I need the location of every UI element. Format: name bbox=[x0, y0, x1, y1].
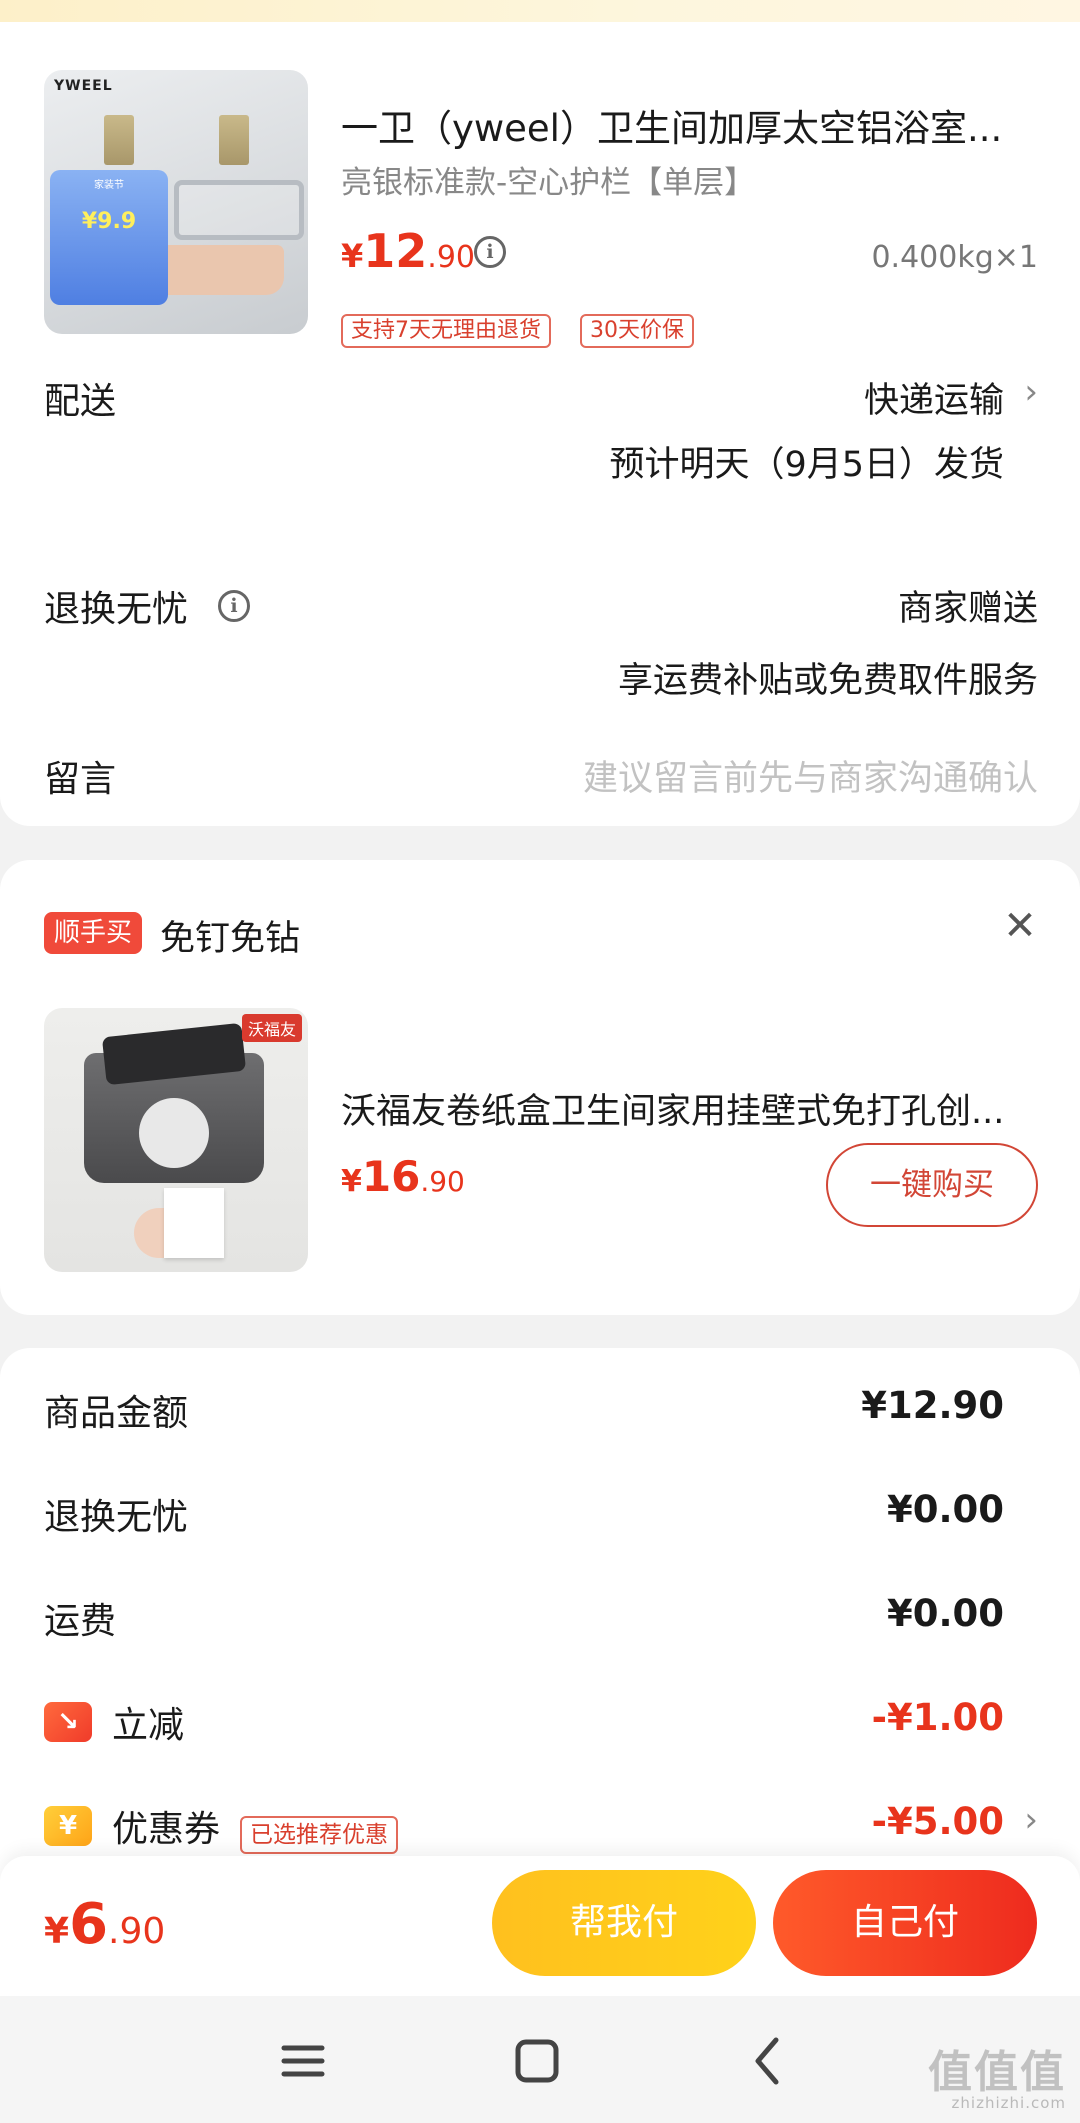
delivery-label: 配送 bbox=[44, 381, 117, 422]
home-icon[interactable] bbox=[502, 2026, 572, 2096]
system-nav-bar: 值值值 zhizhizhi.com bbox=[0, 1996, 1080, 2123]
addon-product-name[interactable]: 沃福友卷纸盒卫生间家用挂壁式免打孔创... bbox=[341, 1083, 1041, 1134]
addon-price: ¥16.90 bbox=[341, 1152, 465, 1201]
price-decimal: .90 bbox=[427, 240, 475, 275]
order-card: YWEEL 家装节 ¥9.9 一卫（yweel）卫生间加厚太空铝浴室... 亮银… bbox=[0, 22, 1080, 826]
back-icon[interactable] bbox=[734, 2026, 804, 2096]
checkout-bar: ¥6.90 帮我付 自己付 bbox=[0, 1856, 1080, 1996]
shelf-plate bbox=[104, 115, 134, 165]
pay-myself-button[interactable]: 自己付 bbox=[773, 1870, 1037, 1976]
coupon-label: 优惠券 bbox=[112, 1809, 221, 1850]
price-currency: ¥ bbox=[341, 1164, 362, 1199]
coupon-recommended-tag: 已选推荐优惠 bbox=[240, 1816, 398, 1854]
price-decimal: .90 bbox=[420, 1165, 465, 1198]
menu-icon[interactable] bbox=[268, 2026, 338, 2096]
paper-roll bbox=[139, 1098, 209, 1168]
one-click-buy-button[interactable]: 一键购买 bbox=[826, 1143, 1038, 1227]
chevron-right-icon[interactable]: › bbox=[1024, 1800, 1038, 1840]
shelf-rail bbox=[174, 180, 304, 240]
product-image-brand: YWEEL bbox=[54, 78, 113, 94]
goods-amount-label: 商品金额 bbox=[44, 1393, 189, 1434]
addon-product-image[interactable]: 沃福友 bbox=[44, 1008, 308, 1272]
discount-value: -¥1.00 bbox=[871, 1696, 1004, 1739]
shelf-plate bbox=[219, 115, 249, 165]
product-weight: 0.400kg×1 bbox=[871, 240, 1038, 275]
price-integer: 16 bbox=[361, 1152, 421, 1201]
shipping-value: ¥0.00 bbox=[886, 1592, 1004, 1635]
return-worry-free-label: 退换无忧 bbox=[44, 589, 189, 630]
price-currency: ¥ bbox=[44, 1911, 70, 1952]
shipping-label: 运费 bbox=[44, 1601, 117, 1642]
trend-down-icon: ↘ bbox=[44, 1702, 92, 1742]
goods-amount-value: ¥12.90 bbox=[861, 1384, 1004, 1427]
close-icon[interactable]: ✕ bbox=[1000, 906, 1040, 946]
return-policy-tag: 支持7天无理由退货 bbox=[341, 314, 551, 348]
message-input[interactable]: 建议留言前先与商家沟通确认 bbox=[583, 750, 1038, 801]
price-integer: 6 bbox=[69, 1892, 109, 1957]
delivery-method[interactable]: 快递运输 bbox=[864, 372, 1004, 423]
promo-tag-price: ¥9.9 bbox=[81, 209, 137, 234]
return-fee-label: 退换无忧 bbox=[44, 1497, 189, 1538]
info-icon[interactable]: i bbox=[474, 236, 506, 268]
addon-brand-tag: 沃福友 bbox=[241, 1014, 302, 1042]
product-title[interactable]: 一卫（yweel）卫生间加厚太空铝浴室... bbox=[341, 98, 1021, 152]
watermark: 值值值 bbox=[928, 2047, 1066, 2098]
total-price: ¥6.90 bbox=[44, 1892, 165, 1957]
return-fee-value: ¥0.00 bbox=[886, 1488, 1004, 1531]
info-icon[interactable]: i bbox=[218, 590, 250, 622]
coupon-value[interactable]: -¥5.00 bbox=[872, 1800, 1004, 1843]
watermark-url: zhizhizhi.com bbox=[951, 2094, 1066, 2112]
price-decimal: .90 bbox=[108, 1911, 166, 1952]
price-protection-tag: 30天价保 bbox=[580, 314, 694, 348]
yen-icon: ¥ bbox=[44, 1806, 92, 1846]
discount-label: 立减 bbox=[112, 1705, 185, 1746]
addon-title: 免钉免钻 bbox=[160, 919, 301, 959]
price-integer: 12 bbox=[363, 224, 428, 278]
promo-tag: 家装节 ¥9.9 bbox=[50, 170, 168, 305]
promo-tag-label: 家装节 bbox=[94, 180, 124, 191]
return-worry-free-value: 商家赠送 bbox=[897, 589, 1038, 629]
product-price: ¥12.90 bbox=[341, 224, 475, 278]
product-spec[interactable]: 亮银标准款-空心护栏【单层】 bbox=[341, 157, 755, 202]
return-worry-free-desc: 享运费补贴或免费取件服务 bbox=[617, 661, 1038, 701]
price-currency: ¥ bbox=[341, 237, 364, 275]
paper-sheet bbox=[164, 1188, 224, 1258]
addon-card: 顺手买 免钉免钻 ✕ 沃福友 沃福友卷纸盒卫生间家用挂壁式免打孔创... ¥16… bbox=[0, 860, 1080, 1315]
chevron-right-icon[interactable]: › bbox=[1024, 372, 1038, 412]
addon-badge: 顺手买 bbox=[44, 912, 143, 954]
delivery-eta: 预计明天（9月5日）发货 bbox=[609, 445, 1004, 485]
help-me-pay-button[interactable]: 帮我付 bbox=[492, 1870, 756, 1976]
summary-card: 商品金额 ¥12.90 退换无忧 ¥0.00 运费 ¥0.00 ↘ 立减 -¥1… bbox=[0, 1348, 1080, 1888]
message-label: 留言 bbox=[44, 759, 117, 800]
product-image[interactable]: YWEEL 家装节 ¥9.9 bbox=[44, 70, 308, 334]
